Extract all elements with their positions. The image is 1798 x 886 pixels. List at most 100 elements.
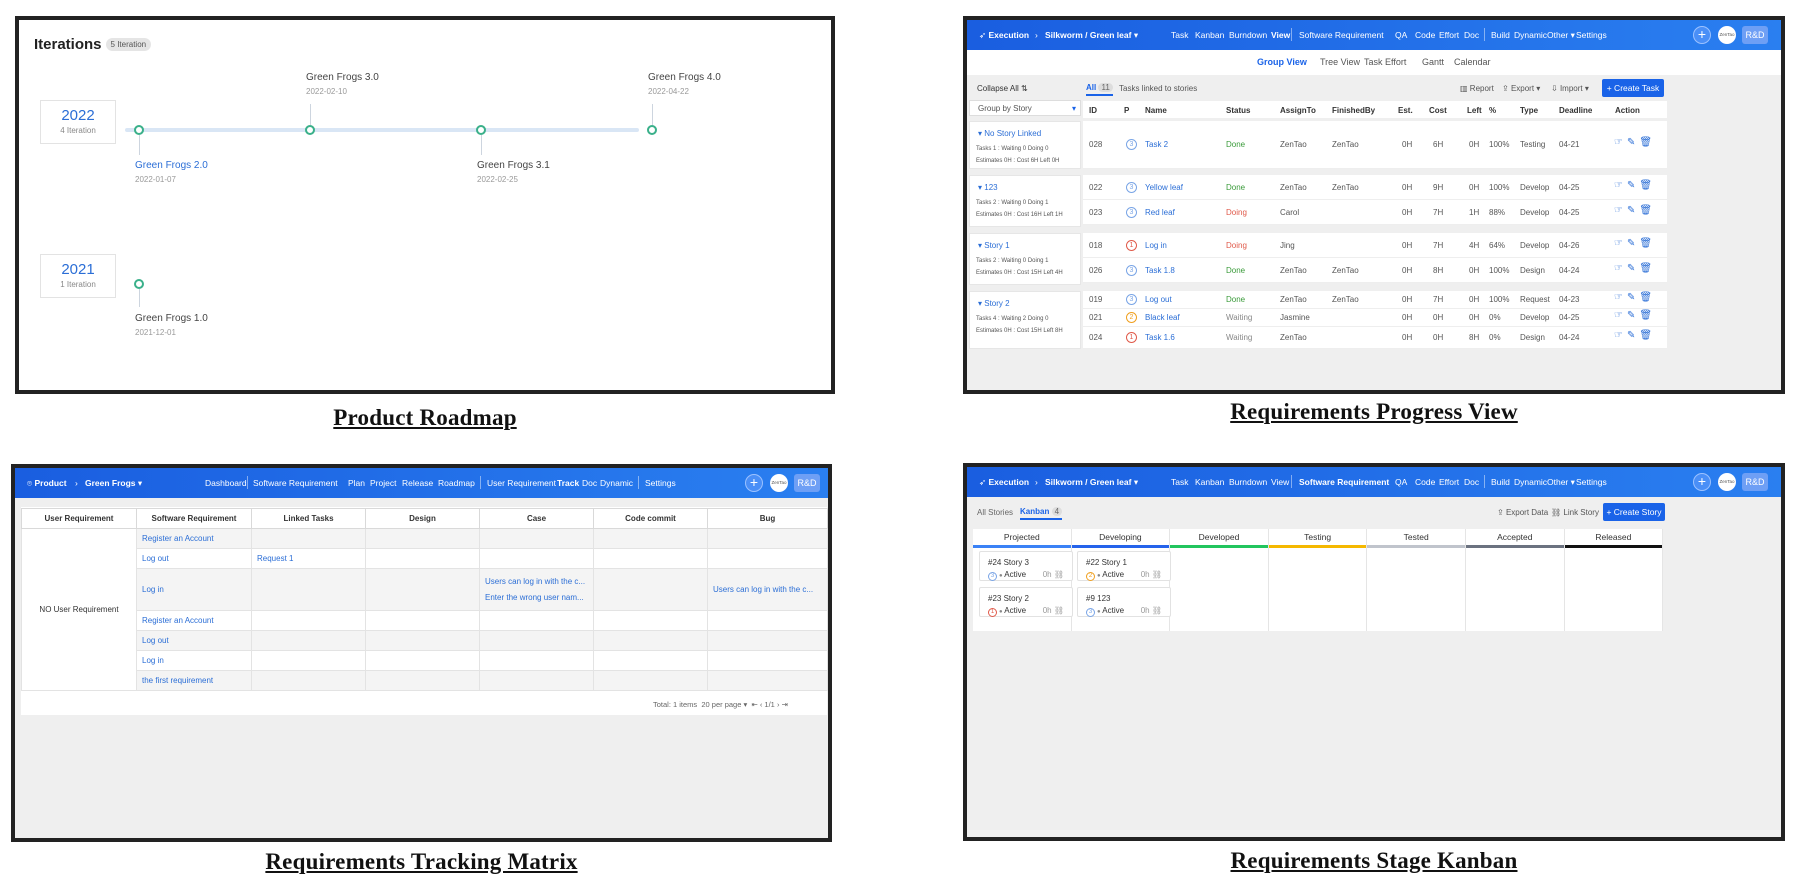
bug-link[interactable]: Users can log in with the c... [707,568,828,611]
nav-user-requirement[interactable]: User Requirement [487,478,556,488]
nav-task[interactable]: Task [1171,477,1188,487]
assign-icon[interactable]: ☞ [1614,330,1627,341]
module-execution[interactable]: ➶ Execution [979,30,1029,41]
milestone-name[interactable]: Green Frogs 3.1 [477,160,550,171]
edit-icon[interactable]: ✎ [1627,238,1639,249]
col-status[interactable]: Status [1226,106,1250,115]
story-card[interactable]: #24 Story 3 3 ● Active 0h ⛓ [979,551,1073,581]
nav-other[interactable]: Other ▾ [1547,477,1575,488]
edit-icon[interactable]: ✎ [1627,330,1639,341]
task-assignee[interactable]: Jing [1280,241,1295,250]
nav-software-requirement[interactable]: Software Requirement [1299,30,1384,40]
task-name-link[interactable]: Yellow leaf [1145,183,1183,192]
nav-dynamic[interactable]: Dynamic [1514,30,1547,40]
delete-icon[interactable]: 🗑 [1639,238,1656,249]
task-row[interactable]: 023 3 Red leaf Doing Carol 0H 7H 1H 88% Develop 04… [1083,200,1667,225]
year-card-2021[interactable]: 2021 1 Iteration [40,254,116,298]
team-switcher[interactable]: R&D [1742,473,1768,491]
per-page-select[interactable]: 20 per page ▾ [701,700,747,709]
create-story-button[interactable]: + Create Story [1603,503,1665,521]
delete-icon[interactable]: 🗑 [1639,137,1656,148]
col-assignto[interactable]: AssignTo [1280,106,1316,115]
assign-icon[interactable]: ☞ [1614,292,1627,303]
next-page-icon[interactable]: › [777,700,780,709]
nav-settings[interactable]: Settings [1576,30,1607,40]
nav-build[interactable]: Build [1491,30,1510,40]
assign-icon[interactable]: ☞ [1614,310,1627,321]
link-icon[interactable]: ⛓ [1052,570,1064,579]
team-switcher[interactable]: R&D [794,474,820,492]
milestone-name[interactable]: Green Frogs 4.0 [648,72,721,83]
delete-icon[interactable]: 🗑 [1639,330,1656,341]
delete-icon[interactable]: 🗑 [1639,263,1656,274]
tab-kanban[interactable]: Kanban 4 [1020,507,1063,520]
assign-icon[interactable]: ☞ [1614,180,1627,191]
nav-view[interactable]: View [1271,30,1290,40]
col-finishedby[interactable]: FinishedBy [1332,106,1375,115]
edit-icon[interactable]: ✎ [1627,310,1639,321]
nav-kanban[interactable]: Kanban [1195,30,1224,40]
plus-icon[interactable]: + [1693,473,1711,491]
task-assignee[interactable]: Jasmine [1280,313,1310,322]
link-story-button[interactable]: ⛓ Link Story [1551,508,1599,517]
nav-project[interactable]: Project [370,478,396,488]
milestone-dot[interactable] [134,279,144,289]
delete-icon[interactable]: 🗑 [1639,205,1656,216]
nav-doc[interactable]: Doc [1464,477,1479,487]
story-group-title[interactable]: ▾ No Story Linked [978,129,1041,138]
milestone-dot[interactable] [134,125,144,135]
create-task-button[interactable]: + Create Task [1602,79,1664,97]
task-name-link[interactable]: Task 1.6 [1145,333,1175,342]
milestone-name[interactable]: Green Frogs 2.0 [135,160,208,171]
nav-dashboard[interactable]: Dashboard [205,478,247,488]
year-card-2022[interactable]: 2022 4 Iteration [40,100,116,144]
nav-doc[interactable]: Doc [582,478,597,488]
task-name-link[interactable]: Task 1.8 [1145,266,1175,275]
task-name-link[interactable]: Black leaf [1145,313,1180,322]
avatar[interactable]: ZenTao [1718,473,1736,491]
story-group-title[interactable]: ▾ 123 [978,183,998,192]
milestone-name[interactable]: Green Frogs 3.0 [306,72,379,83]
nav-burndown[interactable]: Burndown [1229,30,1267,40]
nav-dynamic[interactable]: Dynamic [1514,477,1547,487]
linked-task-link[interactable]: Request 1 [251,548,366,569]
software-requirement-link[interactable]: Log out [136,548,252,569]
story-title[interactable]: #22 Story 1 [1086,558,1127,567]
delete-icon[interactable]: 🗑 [1639,292,1656,303]
nav-effort[interactable]: Effort [1439,477,1459,487]
story-title[interactable]: #23 Story 2 [988,594,1029,603]
nav-build[interactable]: Build [1491,477,1510,487]
story-title[interactable]: #9 123 [1086,594,1110,603]
task-name-link[interactable]: Log in [1145,241,1167,250]
edit-icon[interactable]: ✎ [1627,292,1639,303]
avatar[interactable]: ZenTao [1718,26,1736,44]
avatar[interactable]: ZenTao [770,474,788,492]
software-requirement-link[interactable]: Register an Account [136,610,252,631]
milestone-dot[interactable] [476,125,486,135]
story-card[interactable]: #9 123 3 ● Active 0h ⛓ [1077,587,1171,617]
nav-effort[interactable]: Effort [1439,30,1459,40]
edit-icon[interactable]: ✎ [1627,137,1639,148]
case-link[interactable]: Enter the wrong user nam... [485,590,593,606]
task-row[interactable]: 021 2 Black leaf Waiting Jasmine 0H 0H 0H 0% Deve… [1083,309,1667,327]
export-data-button[interactable]: ⇪ Export Data [1497,508,1548,517]
task-row[interactable]: 024 1 Task 1.6 Waiting ZenTao 0H 0H 8H 0% Design 0… [1083,327,1667,349]
nav-task[interactable]: Task [1171,30,1188,40]
col-deadline[interactable]: Deadline [1559,106,1592,115]
task-name-link[interactable]: Log out [1145,295,1172,304]
nav-code[interactable]: Code [1415,30,1435,40]
nav-doc[interactable]: Doc [1464,30,1479,40]
collapse-all-button[interactable]: Collapse All ⇅ [977,84,1028,93]
task-name-link[interactable]: Task 2 [1145,140,1168,149]
milestone-name[interactable]: Green Frogs 1.0 [135,313,208,324]
milestone-dot[interactable] [647,125,657,135]
col-left[interactable]: Left [1467,106,1482,115]
story-title[interactable]: #24 Story 3 [988,558,1029,567]
software-requirement-link[interactable]: the first requirement [136,670,252,691]
export-button[interactable]: ⇪ Export ▾ [1502,84,1540,93]
delete-icon[interactable]: 🗑 [1639,180,1656,191]
task-assignee[interactable]: ZenTao [1280,140,1307,149]
col-priority[interactable]: P [1124,106,1129,115]
software-requirement-link[interactable]: Log in [136,650,252,671]
nav-dynamic[interactable]: Dynamic [600,478,633,488]
